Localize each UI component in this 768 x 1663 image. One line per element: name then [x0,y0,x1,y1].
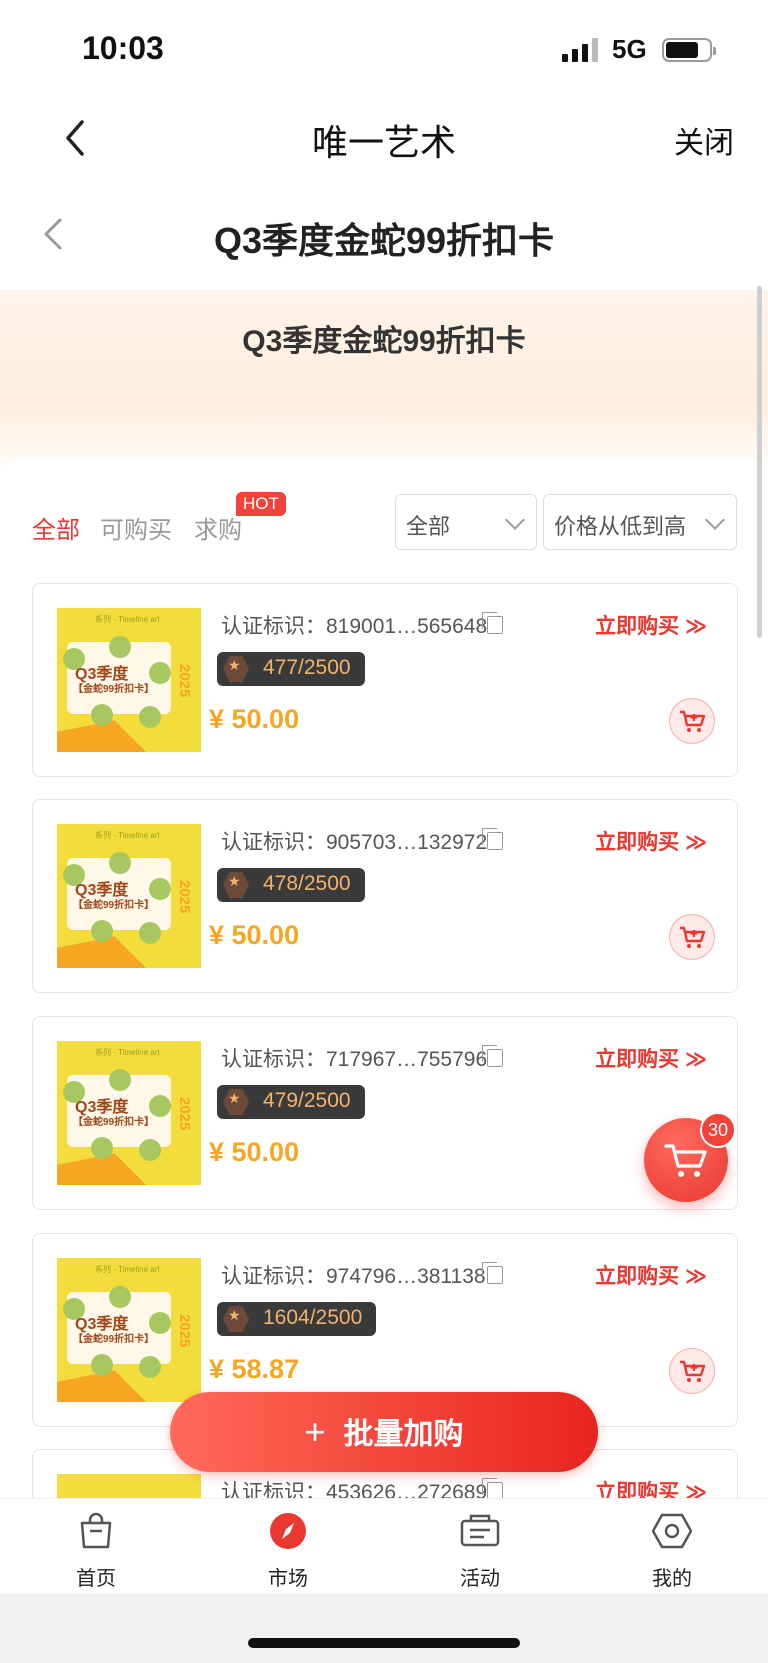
star-icon: ★ [228,1090,241,1106]
card-thumbnail: 系列 · Timeline art Q3季度 【金蛇99折扣卡】 2025 [57,1258,201,1402]
shopping-bag-icon [80,1512,112,1549]
card-thumbnail: 系列 · Timeline art Q3季度 【金蛇99折扣卡】 2025 [57,1041,201,1185]
batch-add-button[interactable]: + 批量加购 [170,1392,598,1472]
close-button[interactable]: 关闭 [674,118,734,162]
cart-icon [680,710,706,732]
chevron-down-icon [505,510,525,530]
card-thumbnail: 系列 · Timeline art Q3季度 【金蛇99折扣卡】 2025 [57,608,201,752]
thumb-year: 2025 [175,1298,193,1364]
thumb-subtitle: 【金蛇99折扣卡】 [73,1117,155,1128]
chevron-down-icon [705,510,725,530]
edition-badge: ★ 1604/2500 [217,1302,377,1336]
home-indicator-area [0,1594,768,1663]
listing-card[interactable]: 系列 · Timeline art Q3季度 【金蛇99折扣卡】 2025 认证… [32,583,738,777]
buy-now-button[interactable]: 立即购买 ≫ [595,1476,707,1498]
edition-badge: ★ 477/2500 [217,652,365,686]
category-select-value: 全部 [406,514,451,539]
tab-label: 首页 [76,1568,116,1590]
cart-count-badge: 30 [700,1112,736,1148]
price: ¥ 50.00 [209,1137,300,1167]
thumb-subtitle: 【金蛇99折扣卡】 [73,684,155,695]
card-thumbnail: 系列 · Timeline art Q3季度 【金蛇99折扣卡】 2025 [57,824,201,968]
cert-id: 认证标识：453626…272689 [221,1481,488,1498]
banner-title: Q3季度金蛇99折扣卡 [242,325,526,358]
tab-profile[interactable]: 我的 [612,1511,732,1591]
copy-icon[interactable] [482,828,503,850]
tab-market[interactable]: 市场 [228,1511,348,1591]
cert-id: 认证标识：819001…565648 [221,615,488,638]
network-type: 5G [612,34,647,64]
cart-icon [680,926,706,948]
copy-icon[interactable] [482,1478,503,1498]
copy-icon[interactable] [482,1045,503,1067]
thumb-year: 2025 [175,648,193,714]
star-icon: ★ [228,657,241,673]
thumb-year: 2025 [175,864,193,930]
tab-label: 活动 [460,1568,500,1590]
tab-available[interactable]: 可购买 [100,510,172,545]
page-header: Q3季度金蛇99折扣卡 [0,190,768,290]
collection-banner: Q3季度金蛇99折扣卡 [0,290,768,480]
thumb-subtitle: 【金蛇99折扣卡】 [73,1334,155,1345]
home-indicator[interactable] [248,1638,520,1648]
add-to-cart-button[interactable] [669,1348,715,1394]
plus-icon: + [304,1411,326,1452]
copy-icon[interactable] [482,612,503,634]
thumb-year: 2025 [175,1081,193,1147]
cart-icon [664,1144,707,1177]
cert-id: 认证标识：717967…755796 [221,1048,488,1071]
profile-hex-icon [651,1513,693,1549]
add-to-cart-button[interactable] [669,914,715,960]
status-time: 10:03 [82,30,164,66]
cart-icon [680,1360,706,1382]
edition-badge: ★ 478/2500 [217,868,365,902]
tab-home[interactable]: 首页 [36,1511,156,1591]
price: ¥ 58.87 [209,1354,300,1384]
listing-panel[interactable]: 全部 可购买 求购 HOT 全部 价格从低到高 系列 · Timeline ar… [0,458,768,1498]
cert-id: 认证标识：905703…132972 [221,831,488,854]
star-icon: ★ [228,873,241,889]
tab-label: 我的 [652,1568,692,1590]
buy-now-button[interactable]: 立即购买 ≫ [595,826,707,856]
bottom-tab-bar: 首页 市场 活动 我的 [0,1498,768,1594]
page-title: Q3季度金蛇99折扣卡 [213,220,555,261]
edition-badge: ★ 479/2500 [217,1085,365,1119]
app-title: 唯一艺术 [311,122,456,163]
buy-now-button[interactable]: 立即购买 ≫ [595,610,707,640]
card-thumbnail [57,1474,201,1498]
listing-card[interactable]: 系列 · Timeline art Q3季度 【金蛇99折扣卡】 2025 认证… [32,1016,738,1210]
cert-id: 认证标识：974796…381138 [221,1265,486,1288]
tab-activity[interactable]: 活动 [420,1511,540,1591]
star-icon: ★ [228,1307,241,1323]
tab-wanted[interactable]: 求购 [194,510,242,545]
tab-label: 市场 [268,1568,308,1590]
buy-now-button[interactable]: 立即购买 ≫ [595,1260,707,1290]
price: ¥ 50.00 [209,920,300,950]
sort-select-value: 价格从低到高 [554,514,687,539]
hot-badge: HOT [236,492,286,516]
buy-now-button[interactable]: 立即购买 ≫ [595,1043,707,1073]
activity-icon [460,1514,500,1547]
top-navigation: 唯一艺术 关闭 [0,100,768,180]
category-select[interactable]: 全部 [395,494,537,550]
sort-select[interactable]: 价格从低到高 [543,494,737,550]
add-to-cart-button[interactable] [669,698,715,744]
compass-icon [270,1513,306,1549]
copy-icon[interactable] [482,1262,503,1284]
thumb-subtitle: 【金蛇99折扣卡】 [73,900,155,911]
status-bar: 10:03 5G [0,0,768,100]
listing-card[interactable]: 系列 · Timeline art Q3季度 【金蛇99折扣卡】 2025 认证… [32,799,738,993]
batch-add-label: 批量加购 [343,1418,464,1451]
tab-all[interactable]: 全部 [32,510,80,545]
battery-icon [662,38,716,62]
price: ¥ 50.00 [209,704,300,734]
scrollbar[interactable] [757,286,762,638]
signal-icon [562,38,598,62]
